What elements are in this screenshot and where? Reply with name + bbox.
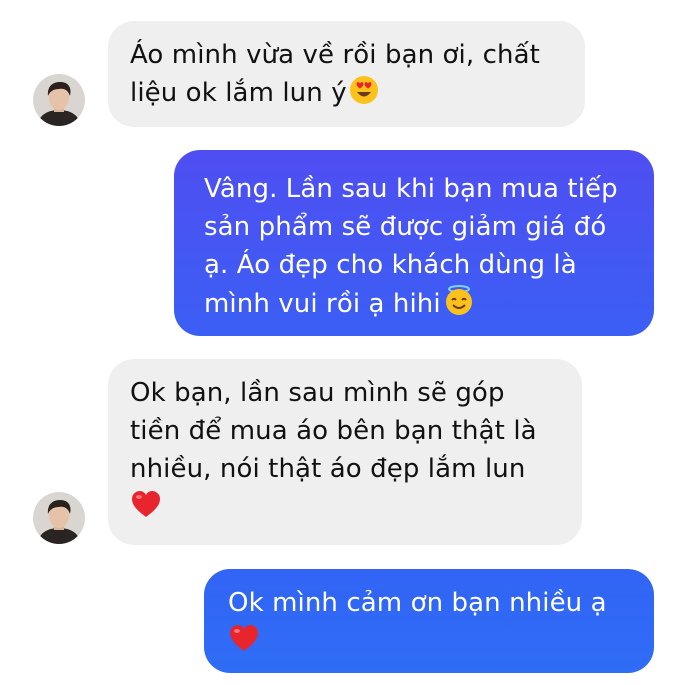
red-heart-emoji-icon xyxy=(228,622,260,665)
message-text-line: tiền để mua áo bên bạn thật là xyxy=(130,416,537,446)
contact-avatar[interactable] xyxy=(33,74,85,126)
message-text-line: Vâng. Lần sau khi bạn mua tiếp xyxy=(204,174,618,204)
avatar-photo xyxy=(33,74,85,126)
contact-avatar[interactable] xyxy=(33,492,85,544)
message-bubble[interactable]: Vâng. Lần sau khi bạn mua tiếp sản phẩm … xyxy=(174,150,654,336)
heart-eyes-emoji-icon xyxy=(349,75,379,116)
message-bubble[interactable]: Ok mình cảm ơn bạn nhiều ạ xyxy=(204,569,654,673)
chat-thread: Áo mình vừa về rồi bạn ơi, chất liệu ok … xyxy=(0,0,685,685)
message-text-line: Ok bạn, lần sau mình sẽ góp xyxy=(130,378,505,408)
message-bubble[interactable]: Ok bạn, lần sau mình sẽ góp tiền để mua … xyxy=(108,359,582,545)
message-text-line: nhiều, nói thật áo đẹp lắm lun xyxy=(130,454,526,484)
message-text-line: sản phẩm sẽ được giảm giá đó xyxy=(204,212,607,242)
message-text-line: mình vui rồi ạ hihi xyxy=(204,289,441,319)
red-heart-emoji-icon xyxy=(130,488,162,531)
message-text-line: Ok mình cảm ơn bạn nhiều ạ xyxy=(228,588,607,618)
message-text-line: Áo mình vừa về rồi bạn ơi, chất xyxy=(130,40,540,70)
avatar-photo xyxy=(33,492,85,544)
message-text-line: ạ. Áo đẹp cho khách dùng là xyxy=(204,250,577,280)
smiling-halo-emoji-icon xyxy=(443,284,475,327)
message-text-line: liệu ok lắm lun ý xyxy=(130,78,347,108)
message-bubble[interactable]: Áo mình vừa về rồi bạn ơi, chất liệu ok … xyxy=(108,21,585,127)
